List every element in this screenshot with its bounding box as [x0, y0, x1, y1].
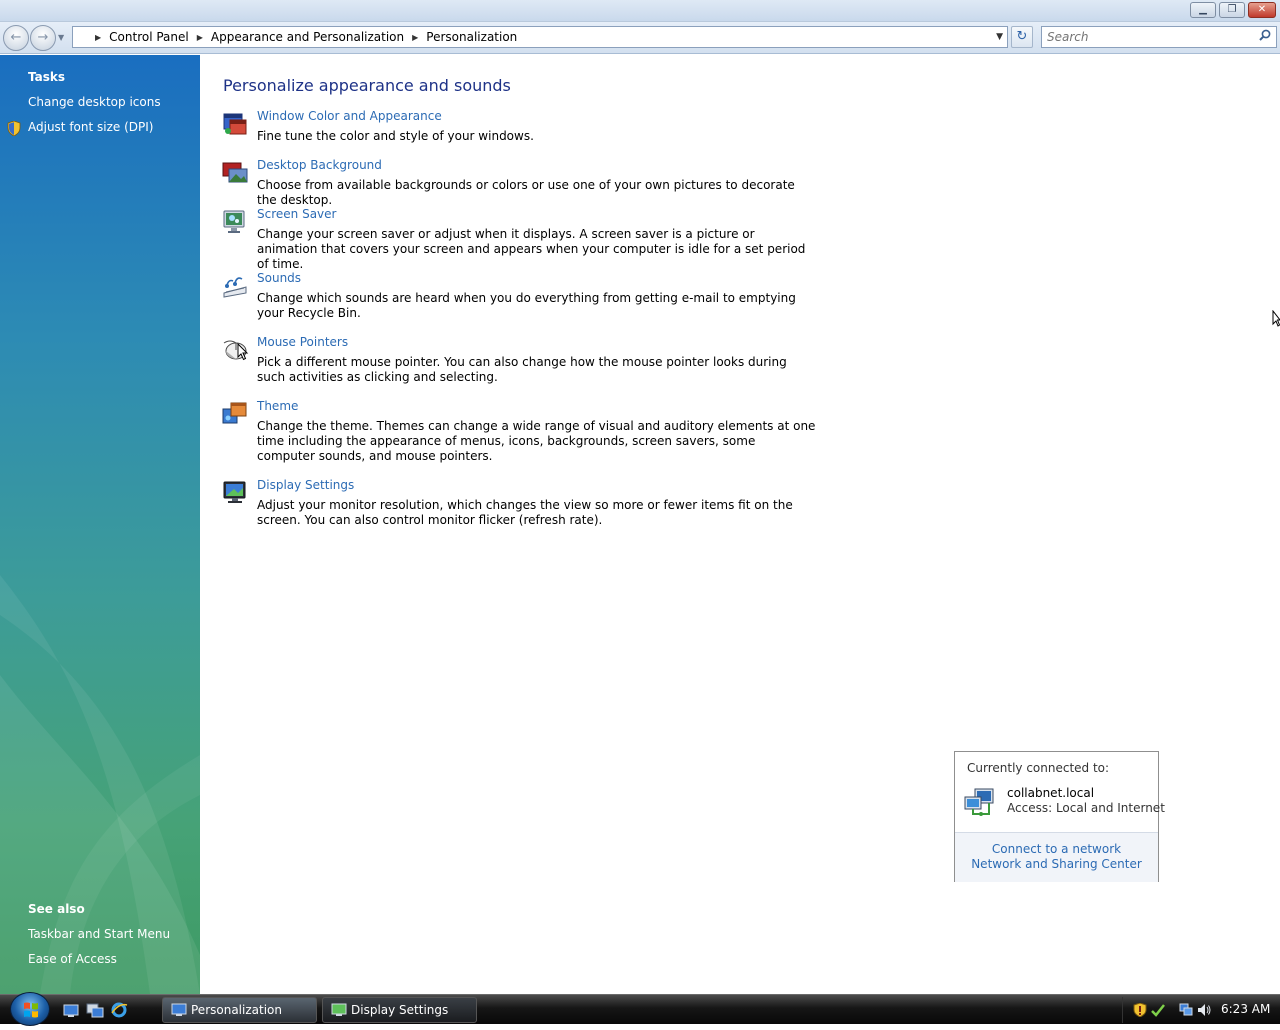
- window-color-description: Fine tune the color and style of your wi…: [257, 129, 534, 143]
- task-pane: Tasks Change desktop icons Adjust font s…: [0, 55, 200, 994]
- refresh-button[interactable]: ↻: [1011, 26, 1033, 48]
- show-desktop-icon[interactable]: [62, 1001, 80, 1019]
- desktop-background-description: Choose from available backgrounds or col…: [257, 178, 795, 207]
- address-dropdown[interactable]: ▼: [996, 32, 1003, 42]
- theme-description: Change the theme. Themes can change a wi…: [257, 419, 816, 463]
- breadcrumb-separator[interactable]: ▶: [408, 33, 422, 42]
- breadcrumb-personalization[interactable]: Personalization: [422, 30, 521, 44]
- tasks-heading: Tasks: [28, 70, 66, 84]
- security-check-icon[interactable]: [1151, 1003, 1165, 1017]
- adjust-font-size-link[interactable]: Adjust font size (DPI): [28, 120, 153, 134]
- control-panel-icon: [171, 1003, 187, 1016]
- network-computers-icon: [964, 788, 994, 816]
- network-sharing-center-link[interactable]: Network and Sharing Center: [955, 857, 1158, 871]
- screen-saver-link[interactable]: Screen Saver: [257, 207, 336, 221]
- display-settings-link[interactable]: Display Settings: [257, 478, 354, 492]
- breadcrumb-appearance-personalization[interactable]: Appearance and Personalization: [207, 30, 408, 44]
- address-bar[interactable]: ▶ Control Panel ▶ Appearance and Persona…: [72, 26, 1008, 48]
- close-button[interactable]: ✕: [1248, 2, 1276, 18]
- minimize-button[interactable]: ▁: [1190, 2, 1216, 18]
- taskbar-button-display-settings[interactable]: Display Settings: [322, 997, 477, 1023]
- desktop-background-icon: [222, 162, 248, 183]
- uac-shield-icon: [7, 121, 21, 136]
- screen-saver-description: Change your screen saver or adjust when …: [257, 227, 806, 271]
- display-settings-icon: [331, 1003, 347, 1016]
- theme-icon: [222, 402, 247, 424]
- maximize-button[interactable]: ❐: [1219, 2, 1245, 18]
- system-clock[interactable]: 6:23 AM: [1221, 1002, 1270, 1016]
- network-popup-heading: Currently connected to:: [967, 761, 1110, 775]
- breadcrumb-control-panel[interactable]: Control Panel: [105, 30, 193, 44]
- network-popup-links: Connect to a network Network and Sharing…: [955, 832, 1158, 882]
- network-name: collabnet.local: [1007, 786, 1095, 800]
- screen-saver-icon: [223, 210, 245, 233]
- page-title: Personalize appearance and sounds: [223, 76, 511, 95]
- taskbar-button-label: Personalization: [191, 1003, 282, 1017]
- taskbar-button-label: Display Settings: [351, 1003, 449, 1017]
- search-input[interactable]: [1041, 26, 1277, 48]
- display-settings-icon: [223, 481, 246, 503]
- notification-area: 6:23 AM: [1122, 997, 1280, 1023]
- internet-explorer-icon[interactable]: [110, 1001, 128, 1019]
- mouse-cursor-icon: [1272, 310, 1280, 327]
- taskbar-button-personalization[interactable]: Personalization: [162, 997, 317, 1023]
- sidebar-swoosh-decoration: [0, 575, 200, 994]
- window-color-link[interactable]: Window Color and Appearance: [257, 109, 442, 123]
- connect-to-network-link[interactable]: Connect to a network: [955, 842, 1158, 856]
- theme-link[interactable]: Theme: [257, 399, 298, 413]
- taskbar: Personalization Display Settings 6:23 AM: [0, 992, 1280, 1026]
- network-status-popup: Currently connected to: collabnet.local …: [954, 751, 1165, 882]
- desktop-background-link[interactable]: Desktop Background: [257, 158, 382, 172]
- breadcrumb: ▶ Control Panel ▶ Appearance and Persona…: [91, 27, 521, 47]
- sounds-icon: [223, 277, 247, 298]
- window-color-icon: [223, 113, 247, 135]
- mouse-cursor-icon: [237, 343, 249, 361]
- personalization-window: ▁ ❐ ✕ ← → ▼ ▶ Control Panel ▶ Appearance…: [0, 0, 1280, 994]
- network-access: Access: Local and Internet: [1007, 801, 1165, 815]
- forward-button[interactable]: →: [30, 25, 56, 51]
- see-also-heading: See also: [28, 902, 85, 916]
- sounds-link[interactable]: Sounds: [257, 271, 301, 285]
- windows-orb-icon: [24, 1002, 38, 1018]
- main-content: Personalize appearance and sounds Window…: [200, 55, 1280, 994]
- breadcrumb-separator[interactable]: ▶: [193, 33, 207, 42]
- mouse-pointers-description: Pick a different mouse pointer. You can …: [257, 355, 787, 384]
- breadcrumb-separator[interactable]: ▶: [91, 33, 105, 42]
- switch-windows-icon[interactable]: [86, 1001, 104, 1019]
- mouse-pointers-link[interactable]: Mouse Pointers: [257, 335, 348, 349]
- taskbar-start-menu-link[interactable]: Taskbar and Start Menu: [28, 927, 170, 941]
- display-settings-description: Adjust your monitor resolution, which ch…: [257, 498, 793, 527]
- quick-launch: [62, 1001, 128, 1021]
- start-button[interactable]: [10, 992, 50, 1026]
- search-icon[interactable]: [1259, 29, 1271, 41]
- recent-pages-dropdown[interactable]: ▼: [58, 33, 64, 42]
- network-icon[interactable]: [1179, 1003, 1193, 1017]
- change-desktop-icons-link[interactable]: Change desktop icons: [28, 95, 161, 109]
- sounds-description: Change which sounds are heard when you d…: [257, 291, 796, 320]
- volume-icon[interactable]: [1197, 1003, 1211, 1017]
- back-button[interactable]: ←: [3, 25, 29, 51]
- security-shield-icon[interactable]: [1133, 1003, 1147, 1017]
- title-bar: ▁ ❐ ✕: [0, 0, 1280, 22]
- navigation-bar: ← → ▼ ▶ Control Panel ▶ Appearance and P…: [0, 22, 1280, 54]
- ease-of-access-link[interactable]: Ease of Access: [28, 952, 117, 966]
